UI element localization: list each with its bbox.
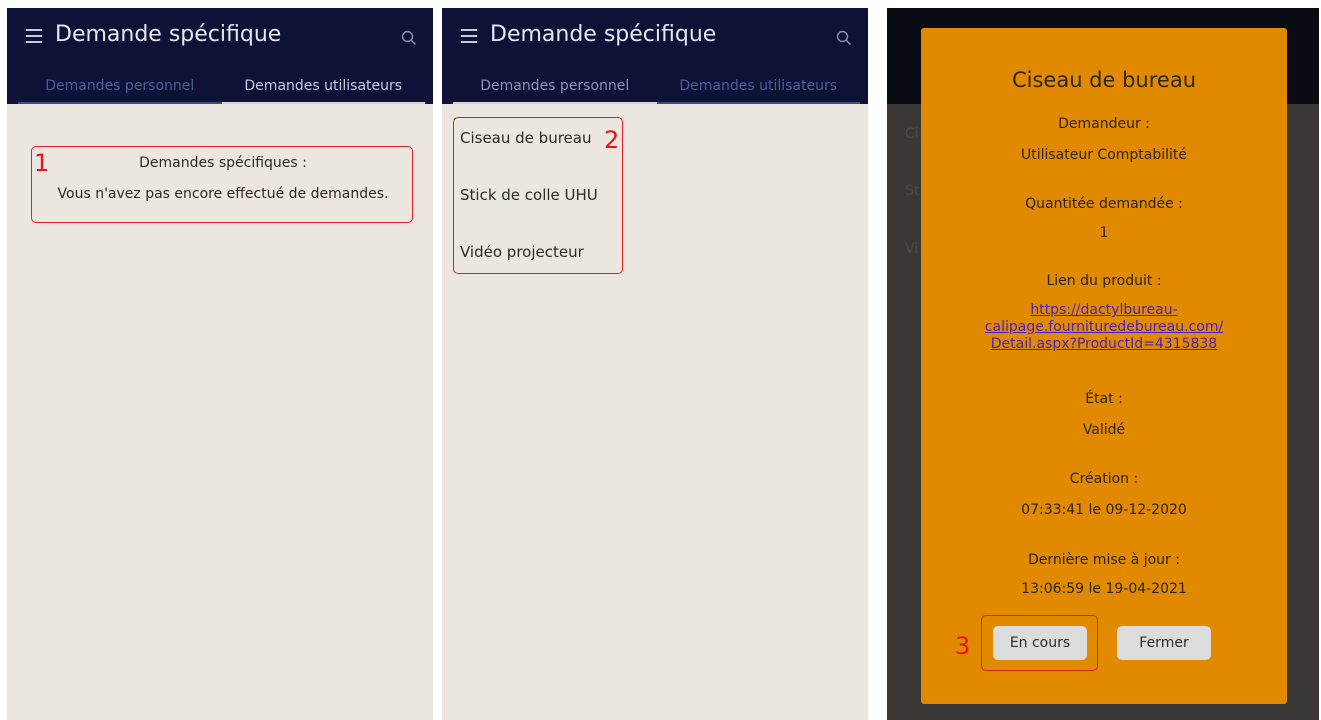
app-title: Demande spécifique — [55, 22, 282, 47]
state-label: État : — [1085, 391, 1123, 407]
created-value: 07:33:41 le 09-12-2020 — [1021, 502, 1187, 518]
ghost-list-item: Ci — [905, 126, 919, 142]
dialog-title: Ciseau de bureau — [1011, 68, 1197, 92]
tab-demandes-utilisateurs[interactable]: Demandes utilisateurs — [656, 72, 860, 104]
hamburger-menu-icon[interactable] — [26, 29, 42, 43]
list-item[interactable]: Vidéo projecteur — [460, 243, 584, 261]
tab-bar: Demandes personnel Demandes utilisateurs — [18, 72, 425, 104]
created-label: Création : — [1069, 471, 1139, 487]
empty-state-title: Demandes spécifiques : — [139, 155, 307, 171]
product-link-line-3[interactable]: Detail.aspx?ProductId=4315838 — [921, 336, 1287, 353]
ghost-list-item: St — [905, 183, 920, 199]
ghost-list-item: Vi — [905, 241, 919, 257]
requester-value: Utilisateur Comptabilité — [1020, 147, 1188, 163]
product-link-label: Lien du produit : — [1046, 273, 1162, 289]
product-link-line-2[interactable]: calipage.fournituredebureau.com/ — [921, 319, 1287, 336]
list-item[interactable]: Stick de colle UHU — [460, 186, 598, 204]
empty-state-message: Vous n'avez pas encore effectué de deman… — [57, 186, 389, 202]
top-whitespace — [0, 0, 1321, 8]
app-bar: Demande spécifique Demandes personnel De… — [442, 8, 868, 104]
hamburger-menu-icon[interactable] — [461, 29, 477, 43]
product-link-line-1[interactable]: https://dactylbureau- — [921, 302, 1287, 319]
updated-label: Dernière mise à jour : — [1028, 552, 1180, 568]
quantity-value: 1 — [1099, 225, 1109, 241]
search-icon[interactable] — [836, 30, 852, 46]
search-icon[interactable] — [401, 30, 417, 46]
screen-panel-1: Demande spécifique Demandes personnel De… — [7, 8, 433, 720]
tab-demandes-utilisateurs[interactable]: Demandes utilisateurs — [221, 72, 425, 104]
quantity-label: Quantitée demandée : — [1025, 196, 1183, 212]
updated-value: 13:06:59 le 19-04-2021 — [1021, 581, 1187, 597]
requester-label: Demandeur : — [1058, 116, 1150, 132]
tab-demandes-personnel[interactable]: Demandes personnel — [18, 72, 222, 104]
app-title: Demande spécifique — [490, 22, 717, 47]
request-detail-dialog: Ciseau de bureau Demandeur : Utilisateur… — [921, 28, 1287, 704]
screen-panel-2: Demande spécifique Demandes personnel De… — [442, 8, 868, 720]
state-value: Validé — [1082, 422, 1126, 438]
tab-bar: Demandes personnel Demandes utilisateurs — [453, 72, 860, 104]
screen-panel-3: Ci St Vi Ciseau de bureau Demandeur : Ut… — [887, 8, 1319, 720]
annotation-number-3: 3 — [955, 632, 971, 660]
close-button[interactable]: Fermer — [1117, 626, 1211, 660]
in-progress-button[interactable]: En cours — [993, 626, 1087, 660]
app-bar: Demande spécifique Demandes personnel De… — [7, 8, 433, 104]
list-item[interactable]: Ciseau de bureau — [460, 129, 591, 147]
tab-demandes-personnel[interactable]: Demandes personnel — [453, 72, 657, 104]
annotation-number-2: 2 — [604, 126, 620, 154]
